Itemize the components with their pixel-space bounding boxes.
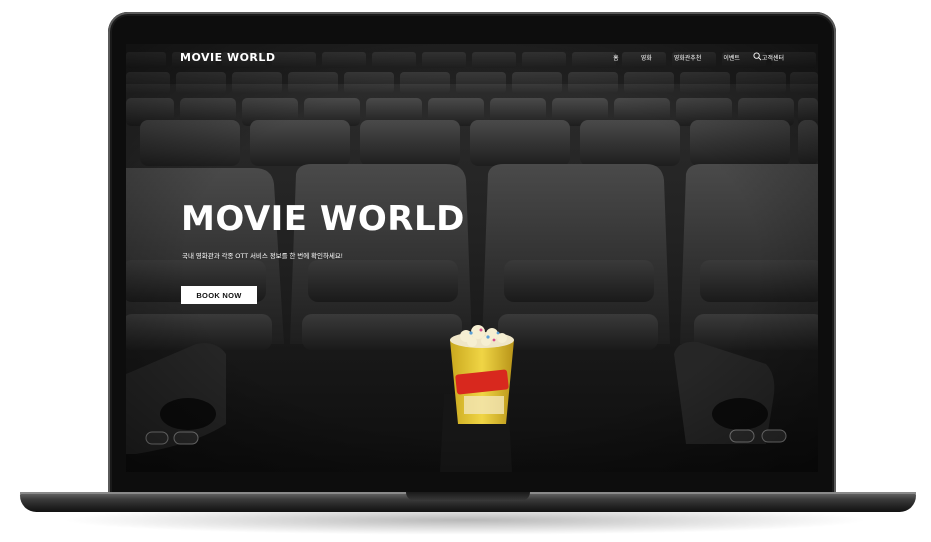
search-icon[interactable] xyxy=(753,52,762,61)
menu-item-events[interactable]: 이벤트 xyxy=(723,53,740,62)
menu-item-theater-recommend[interactable]: 영화관추천 xyxy=(674,53,702,62)
hero-subtitle: 국내 영화관과 각종 OTT 서비스 정보를 한 번에 확인하세요! xyxy=(182,253,343,260)
menu-item-home[interactable]: 홈 xyxy=(613,53,619,62)
laptop-screen: MOVIE WORLD 홈 영화 영화관추천 이벤트 고객센터 MOVIE WO… xyxy=(126,44,818,472)
laptop-base-notch xyxy=(406,492,530,501)
top-navigation: MOVIE WORLD 홈 영화 영화관추천 이벤트 고객센터 xyxy=(126,44,818,72)
menu-item-movies[interactable]: 영화 xyxy=(641,53,652,62)
menu-item-customer-center[interactable]: 고객센터 xyxy=(762,53,784,62)
book-now-button[interactable]: BOOK NOW xyxy=(181,286,257,304)
hero-title: MOVIE WORLD xyxy=(181,199,465,239)
site-logo[interactable]: MOVIE WORLD xyxy=(180,51,276,64)
